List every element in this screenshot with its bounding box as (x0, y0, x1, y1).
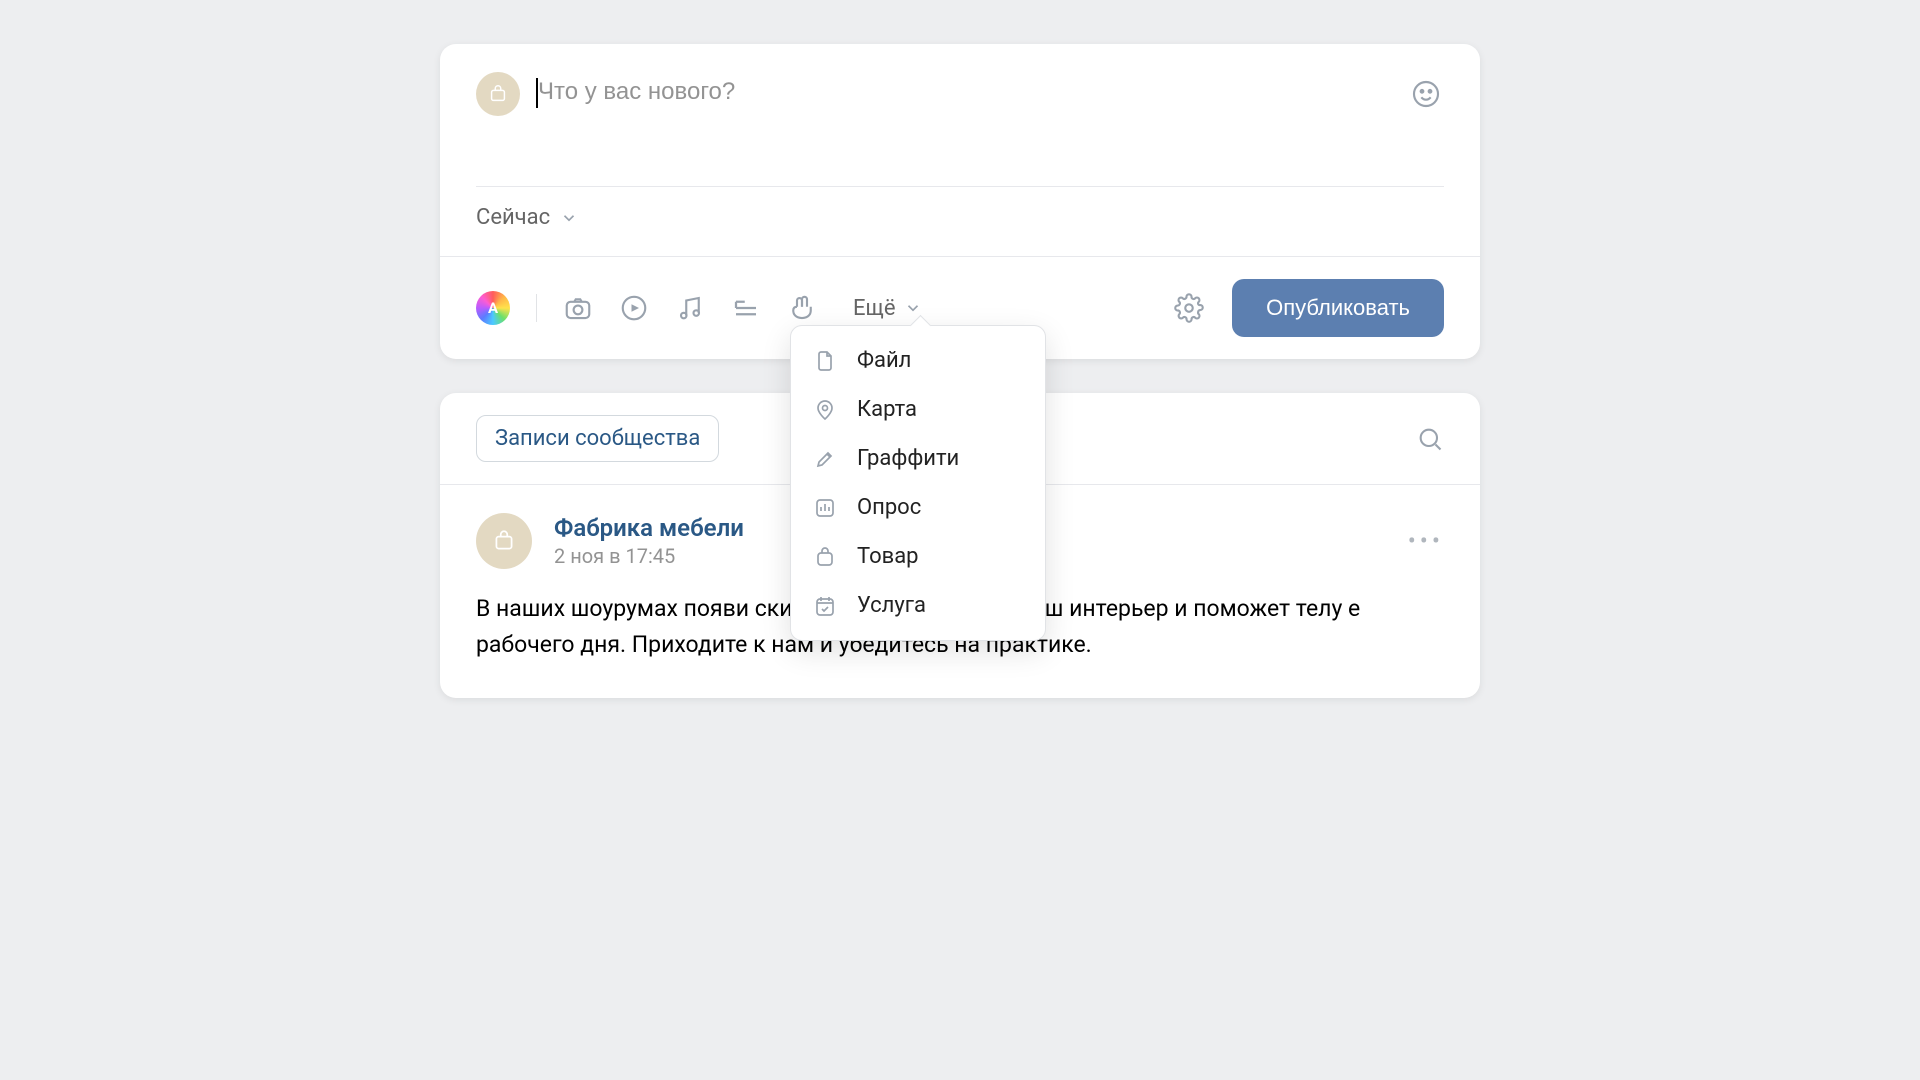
poll-icon (813, 496, 839, 520)
camera-icon[interactable] (563, 293, 593, 323)
dropdown-item-service[interactable]: Услуга (791, 581, 1045, 630)
avatar[interactable] (476, 513, 532, 569)
post-timestamp[interactable]: 2 ноя в 17:45 (554, 544, 744, 568)
gear-icon[interactable] (1174, 293, 1204, 323)
file-icon (813, 349, 839, 373)
ai-style-icon[interactable]: A (476, 291, 510, 325)
dropdown-item-label: Граффити (857, 446, 959, 471)
dropdown-item-file[interactable]: Файл (791, 336, 1045, 385)
dropdown-item-label: Файл (857, 348, 911, 373)
more-label: Ещё (853, 296, 896, 321)
composer-toolbar: A Ещё (440, 256, 1480, 359)
post-composer: Сейчас A (440, 44, 1480, 359)
more-button[interactable]: Ещё (853, 296, 922, 321)
article-icon[interactable] (731, 293, 761, 323)
separator (536, 294, 537, 322)
video-icon[interactable] (619, 293, 649, 323)
bag-icon (813, 545, 839, 569)
emoji-icon[interactable] (1408, 76, 1444, 112)
donate-icon[interactable] (787, 293, 817, 323)
tab-community-posts[interactable]: Записи сообщества (476, 415, 719, 462)
chevron-down-icon (560, 209, 578, 227)
music-icon[interactable] (675, 293, 705, 323)
dropdown-item-poll[interactable]: Опрос (791, 483, 1045, 532)
post-author[interactable]: Фабрика мебели (554, 514, 744, 542)
dropdown-item-map[interactable]: Карта (791, 385, 1045, 434)
schedule-label: Сейчас (476, 205, 550, 230)
composer-input[interactable] (520, 72, 848, 106)
map-pin-icon (813, 398, 839, 422)
dropdown-item-graffiti[interactable]: Граффити (791, 434, 1045, 483)
post-menu-icon[interactable]: ••• (1408, 527, 1444, 555)
dropdown-item-label: Услуга (857, 593, 926, 618)
search-icon[interactable] (1416, 425, 1444, 453)
dropdown-item-product[interactable]: Товар (791, 532, 1045, 581)
brush-icon (813, 447, 839, 471)
schedule-selector[interactable]: Сейчас (440, 187, 1480, 256)
publish-button[interactable]: Опубликовать (1232, 279, 1444, 337)
dropdown-item-label: Товар (857, 544, 919, 569)
more-dropdown: Файл Карта Граффити Опрос Товар (790, 325, 1046, 641)
avatar (476, 72, 520, 116)
chevron-down-icon (904, 299, 922, 317)
dropdown-item-label: Опрос (857, 495, 921, 520)
dropdown-item-label: Карта (857, 397, 917, 422)
calendar-check-icon (813, 594, 839, 618)
